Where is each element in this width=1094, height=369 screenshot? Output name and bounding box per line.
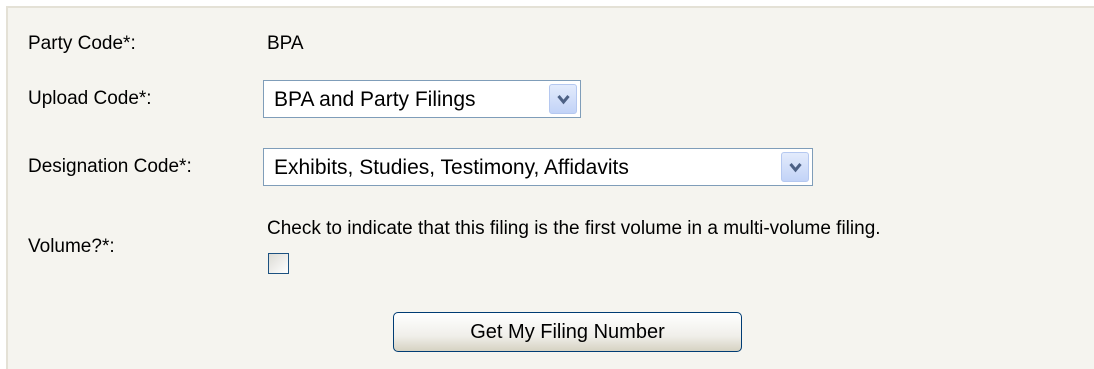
designation-code-label: Designation Code*: bbox=[28, 156, 192, 177]
chevron-down-icon bbox=[789, 163, 802, 173]
volume-label: Volume?*: bbox=[28, 236, 115, 257]
designation-code-selected-value: Exhibits, Studies, Testimony, Affidavits bbox=[274, 156, 629, 179]
volume-help-text: Check to indicate that this filing is th… bbox=[267, 218, 881, 239]
upload-code-label: Upload Code*: bbox=[28, 88, 152, 109]
upload-code-select[interactable]: BPA and Party Filings bbox=[263, 80, 581, 118]
party-code-label: Party Code*: bbox=[28, 33, 136, 54]
party-code-value: BPA bbox=[267, 33, 304, 54]
chevron-down-icon bbox=[557, 95, 570, 105]
upload-code-selected-value: BPA and Party Filings bbox=[274, 88, 476, 111]
upload-code-dropdown-button[interactable] bbox=[549, 84, 577, 114]
first-volume-checkbox[interactable] bbox=[268, 253, 289, 274]
designation-code-dropdown-button[interactable] bbox=[781, 152, 809, 182]
designation-code-select[interactable]: Exhibits, Studies, Testimony, Affidavits bbox=[263, 148, 813, 186]
get-filing-number-button[interactable]: Get My Filing Number bbox=[393, 312, 742, 352]
